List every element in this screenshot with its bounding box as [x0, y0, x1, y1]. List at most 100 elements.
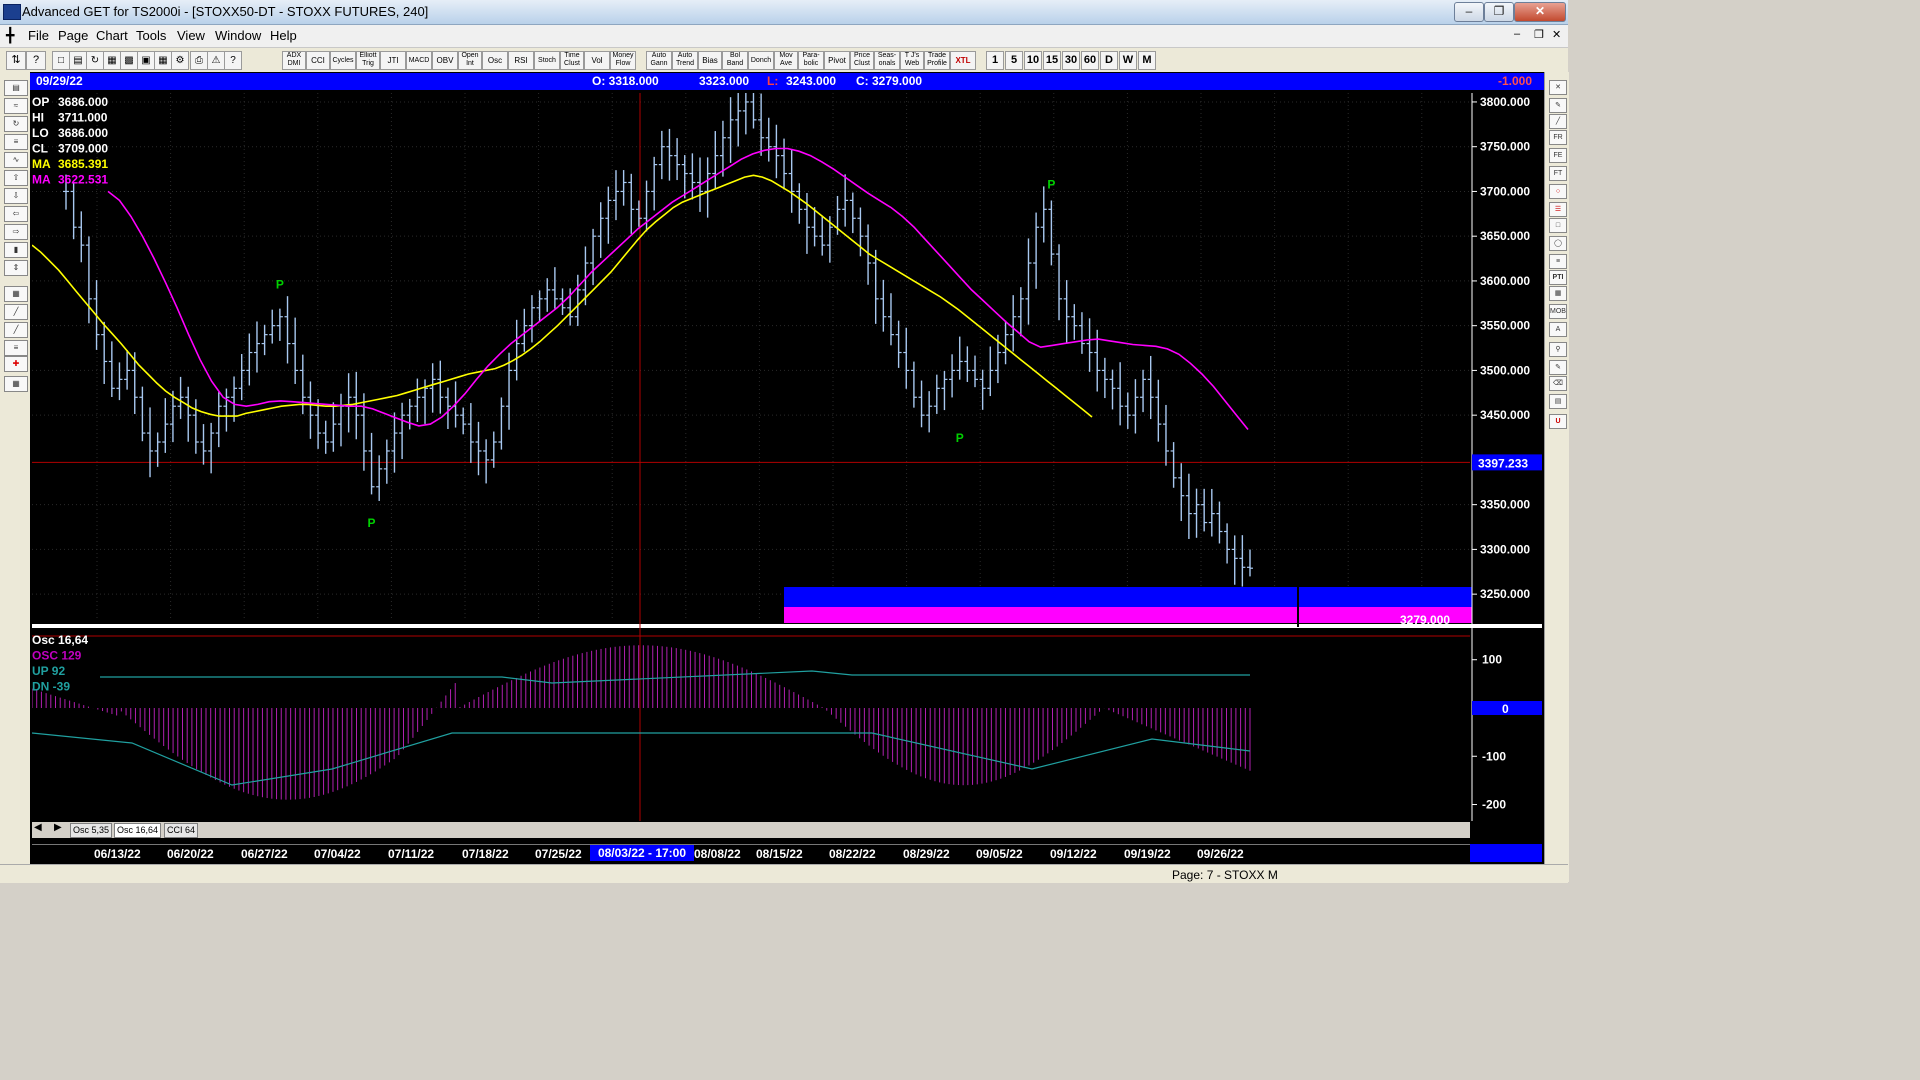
timeframe-5[interactable]: 5: [1005, 51, 1023, 70]
erase-icon[interactable]: ⌫: [1549, 376, 1567, 391]
elliott-icon[interactable]: ∿: [4, 152, 28, 168]
study-cci-button[interactable]: CCI: [306, 51, 330, 70]
close-tool-icon[interactable]: ✕: [1549, 80, 1567, 95]
study-auto-gann-button[interactable]: Auto Gann: [646, 51, 672, 70]
timeframe-10[interactable]: 10: [1024, 51, 1042, 70]
study-osc-button[interactable]: Osc: [482, 51, 508, 70]
zoom-icon[interactable]: ⚲: [1549, 342, 1567, 357]
print-icon[interactable]: ⎙: [190, 51, 208, 70]
study-price-clust-button[interactable]: Price Clust: [850, 51, 874, 70]
scale-icon[interactable]: ⇕: [4, 260, 28, 276]
undo-icon[interactable]: U: [1549, 414, 1567, 429]
notes-icon[interactable]: ▤: [1549, 394, 1567, 409]
text-icon[interactable]: A: [1549, 322, 1567, 337]
reset-icon[interactable]: ↻: [4, 116, 28, 132]
pointer-icon[interactable]: ⇅: [6, 51, 26, 70]
timeframe-15[interactable]: 15: [1043, 51, 1061, 70]
grid-tool-icon[interactable]: ▦: [4, 286, 28, 302]
open-icon[interactable]: ▤: [69, 51, 87, 70]
study-xtl-button[interactable]: XTL: [950, 51, 976, 70]
study-parabolic-button[interactable]: Para-bolic: [798, 51, 824, 70]
study-macd-button[interactable]: MACD: [406, 51, 432, 70]
tab-osc-16-64[interactable]: Osc 16,64: [114, 823, 162, 838]
help-pointer-icon[interactable]: ?: [26, 51, 46, 70]
tab-next-icon[interactable]: ▶: [54, 822, 62, 833]
folder-icon[interactable]: ▤: [4, 80, 28, 96]
child-close-button[interactable]: ✕: [1552, 28, 1561, 41]
child-minimize-button[interactable]: –: [1514, 28, 1520, 40]
pencil-icon[interactable]: ✎: [1549, 98, 1567, 113]
menu-view[interactable]: View: [177, 28, 205, 43]
tab-cci-64[interactable]: CCI 64: [164, 823, 199, 838]
tile-icon[interactable]: ▩: [120, 51, 138, 70]
cascade-icon[interactable]: ▣: [137, 51, 155, 70]
study-vol-button[interactable]: Vol: [584, 51, 610, 70]
menu-tools[interactable]: Tools: [136, 28, 166, 43]
mob-icon[interactable]: MOB: [1549, 304, 1567, 319]
arrow-right-icon[interactable]: ⇨: [4, 224, 28, 240]
study-bol-band-button[interactable]: Bol Band: [722, 51, 748, 70]
layout-icon[interactable]: ▦: [103, 51, 121, 70]
study-mov-ave-button[interactable]: Mov Ave: [774, 51, 798, 70]
study-auto-trend-button[interactable]: Auto Trend: [672, 51, 698, 70]
menu-chart[interactable]: Chart: [96, 28, 128, 43]
new-icon[interactable]: □: [52, 51, 70, 70]
timeframe-m[interactable]: M: [1138, 51, 1156, 70]
arrow-up-icon[interactable]: ⇧: [4, 170, 28, 186]
study-pivot-button[interactable]: Pivot: [824, 51, 850, 70]
marker-icon[interactable]: ✎: [1549, 360, 1567, 375]
draw-icon[interactable]: ≈: [4, 98, 28, 114]
timeframe-w[interactable]: W: [1119, 51, 1137, 70]
study-money-flow-button[interactable]: Money Flow: [610, 51, 636, 70]
study-obv-button[interactable]: OBV: [432, 51, 458, 70]
study-tj-web-button[interactable]: T J's Web: [900, 51, 924, 70]
timeframe-d[interactable]: D: [1100, 51, 1118, 70]
fib-ret-icon[interactable]: FR: [1549, 130, 1567, 145]
study-elliott-trig-button[interactable]: Elliott Trig: [356, 51, 380, 70]
settings-icon[interactable]: ⚙: [171, 51, 189, 70]
trendline-icon[interactable]: ╱: [1549, 114, 1567, 129]
gann-icon[interactable]: ╱: [4, 322, 28, 338]
close-button[interactable]: ✕: [1514, 2, 1566, 22]
study-cycles-button[interactable]: Cycles: [330, 51, 356, 70]
about-icon[interactable]: ?: [224, 51, 242, 70]
study-bias-button[interactable]: Bias: [698, 51, 722, 70]
circle-icon[interactable]: ○: [1549, 184, 1567, 199]
study-time-clust-button[interactable]: Time Clust: [560, 51, 584, 70]
menu-file[interactable]: File: [28, 28, 49, 43]
price-chart[interactable]: 3800.000 3750.000 3700.000 3650.000 3600.000…: [32, 93, 1542, 821]
study-stoch-button[interactable]: Stoch: [534, 51, 560, 70]
tab-prev-icon[interactable]: ◀: [34, 822, 42, 833]
maximize-button[interactable]: ❐: [1484, 2, 1514, 22]
fib-time-icon[interactable]: FT: [1549, 166, 1567, 181]
study-rsi-button[interactable]: RSI: [508, 51, 534, 70]
box-icon[interactable]: □: [1549, 218, 1567, 233]
timeframe-60[interactable]: 60: [1081, 51, 1099, 70]
lines-icon[interactable]: ╱: [4, 304, 28, 320]
study-adx-dmi-button[interactable]: ADX DMI: [282, 51, 306, 70]
grid-icon[interactable]: ▦: [154, 51, 172, 70]
timeframe-1[interactable]: 1: [986, 51, 1004, 70]
tab-osc-5-35[interactable]: Osc 5,35: [70, 823, 113, 838]
menu-page[interactable]: Page: [58, 28, 88, 43]
tip-icon[interactable]: ⚠: [207, 51, 225, 70]
calculator-icon[interactable]: ▦: [4, 376, 28, 392]
crosshair-icon[interactable]: ✚: [4, 356, 28, 372]
study-trade-profile-button[interactable]: Trade Profile: [924, 51, 950, 70]
fib-ext-icon[interactable]: FE: [1549, 148, 1567, 163]
minimize-button[interactable]: –: [1454, 2, 1484, 22]
study-open-int-button[interactable]: Open Int: [458, 51, 482, 70]
refresh-icon[interactable]: ↻: [86, 51, 104, 70]
arrow-down-icon[interactable]: ⇩: [4, 188, 28, 204]
study-seasonals-button[interactable]: Seas-onals: [874, 51, 900, 70]
arrow-left-icon[interactable]: ⇦: [4, 206, 28, 222]
study-icon[interactable]: ≡: [4, 134, 28, 150]
fan-icon[interactable]: ☰: [1549, 202, 1567, 217]
study-donch-button[interactable]: Donch: [748, 51, 774, 70]
timeframe-30[interactable]: 30: [1062, 51, 1080, 70]
pti-icon[interactable]: PTI: [1549, 270, 1567, 285]
menu-window[interactable]: Window: [215, 28, 261, 43]
ellipse-icon[interactable]: ◯: [1549, 236, 1567, 251]
bars-icon[interactable]: ▮: [4, 242, 28, 258]
study-jti-button[interactable]: JTI: [380, 51, 406, 70]
